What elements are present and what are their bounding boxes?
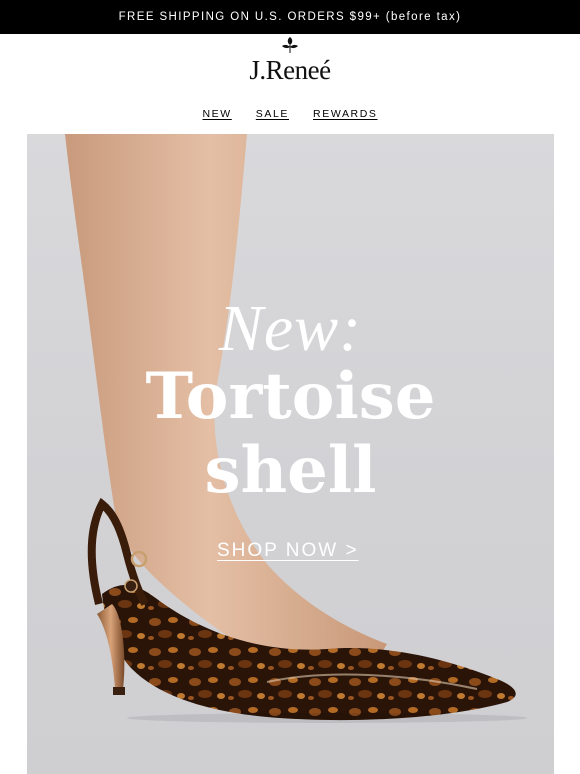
hero-eyebrow: New:: [218, 292, 363, 365]
hero-banner[interactable]: New: Tortoise shell SHOP NOW >: [27, 134, 554, 774]
brand-logo[interactable]: J.Reneé: [0, 36, 580, 90]
nav-link-sale[interactable]: SALE: [256, 108, 289, 124]
leaf-icon: [282, 37, 298, 53]
announcement-text: FREE SHIPPING ON U.S. ORDERS $99+ (befor…: [118, 11, 462, 23]
main-nav: NEW SALE REWARDS: [0, 108, 580, 124]
hero-title-line2: shell: [204, 433, 377, 508]
shop-now-link[interactable]: SHOP NOW >: [217, 540, 369, 564]
brand-name: J.Reneé: [249, 55, 331, 85]
nav-link-new[interactable]: NEW: [202, 108, 231, 124]
hero-title-line1: Tortoise: [145, 359, 436, 434]
hero-text-block: New: Tortoise shell: [27, 134, 554, 774]
nav-link-rewards[interactable]: REWARDS: [313, 108, 377, 124]
announcement-bar: FREE SHIPPING ON U.S. ORDERS $99+ (befor…: [0, 0, 580, 34]
